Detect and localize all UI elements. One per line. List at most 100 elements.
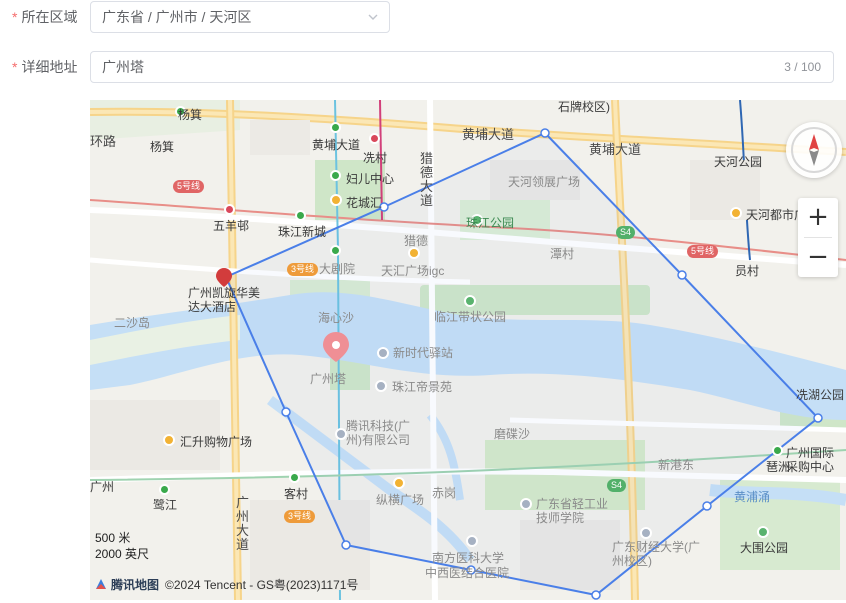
building-icon bbox=[408, 247, 420, 259]
chevron-down-icon bbox=[368, 14, 378, 20]
mall-icon bbox=[393, 477, 405, 489]
map-label: 石牌校区) bbox=[558, 100, 610, 114]
required-mark: * bbox=[12, 9, 18, 25]
map-label: 黄浦涌 bbox=[734, 490, 771, 504]
zoom-in-button[interactable]: + bbox=[798, 198, 838, 237]
map-label: 磨碟沙 bbox=[494, 427, 531, 441]
place-icon bbox=[375, 380, 387, 392]
zoom-control: + − bbox=[798, 198, 838, 277]
region-label-text: 所在区域 bbox=[21, 9, 78, 25]
road-badge: S4 bbox=[616, 226, 636, 239]
map-label: 妇儿中心 bbox=[346, 172, 395, 186]
road-badge: S4 bbox=[607, 479, 627, 492]
map-label: 广州塔 bbox=[310, 372, 347, 386]
char-counter: 3 / 100 bbox=[784, 60, 821, 74]
map-attribution: 腾讯地图 ©2024 Tencent - GS粤(2023)1171号 bbox=[94, 576, 358, 594]
line-badge: 5号线 bbox=[687, 245, 719, 258]
park-icon bbox=[464, 295, 476, 307]
map-label: 天河领展广场 bbox=[508, 175, 581, 189]
map-label: 广州 bbox=[90, 480, 115, 494]
map-label: 天汇广场igc bbox=[381, 264, 445, 278]
map-label: 大剧院 bbox=[319, 262, 356, 276]
map-label: 广东省轻工业技师学院 bbox=[536, 497, 609, 525]
required-mark: * bbox=[12, 59, 18, 75]
map-label: 环路 bbox=[90, 134, 117, 149]
map-label: 客村 bbox=[284, 487, 309, 501]
map-label: 猎德 bbox=[404, 234, 429, 248]
address-label-text: 详细地址 bbox=[21, 59, 78, 75]
park-icon bbox=[757, 526, 769, 538]
road-label: 黄埔大道 bbox=[589, 142, 642, 157]
map-view[interactable]: 5号线 5号线 3号线 3号线 S4 S4 杨箕 杨箕 环路 石牌校区) 黄埔大… bbox=[90, 100, 846, 600]
line-badge: 3号线 bbox=[284, 510, 316, 523]
line-badge: 3号线 bbox=[287, 263, 319, 276]
map-label: 广东财经大学(广州校区) bbox=[612, 540, 700, 568]
map-label: 赤岗 bbox=[432, 486, 457, 500]
metro-icon bbox=[330, 122, 341, 133]
map-label: 大围公园 bbox=[740, 541, 789, 555]
road-label: 黄埔大道 bbox=[462, 127, 515, 142]
map-label: 黄埔大道 bbox=[312, 138, 361, 152]
region-form-row: * 所在区域 广东省 / 广州市 / 天河区 bbox=[0, 1, 846, 33]
metro-icon bbox=[295, 210, 306, 221]
map-label: 珠江帝景苑 bbox=[392, 380, 453, 394]
road-label: 广州大道 bbox=[236, 495, 250, 552]
school-icon bbox=[520, 498, 532, 510]
map-label: 新港东 bbox=[658, 458, 695, 472]
map-label: 冼湖公园 bbox=[796, 388, 845, 402]
school-icon bbox=[640, 527, 652, 539]
map-label: 临江带状公园 bbox=[434, 310, 507, 324]
mall-icon bbox=[330, 194, 342, 206]
compass[interactable] bbox=[786, 122, 842, 178]
zoom-out-button[interactable]: − bbox=[798, 238, 838, 277]
address-label: * 详细地址 bbox=[12, 51, 77, 83]
map-label: 中西医结合医院 bbox=[425, 566, 510, 580]
address-input[interactable]: 广州塔 3 / 100 bbox=[90, 51, 834, 83]
compass-icon bbox=[791, 127, 837, 173]
map-label: 广州凯旋华美达大酒店 bbox=[188, 286, 261, 314]
map-base bbox=[90, 100, 846, 600]
line-badge: 5号线 bbox=[173, 180, 205, 193]
map-label: 南方医科大学 bbox=[432, 551, 505, 565]
tencent-map-logo-icon bbox=[96, 579, 106, 589]
metro-icon bbox=[224, 204, 235, 215]
region-label: * 所在区域 bbox=[12, 1, 77, 33]
mall-icon bbox=[730, 207, 742, 219]
map-label: 杨箕 bbox=[150, 140, 175, 154]
map-logo-text: 腾讯地图 bbox=[111, 578, 160, 592]
map-label: 海心沙 bbox=[318, 311, 355, 325]
map-label: 新时代驿站 bbox=[393, 346, 454, 360]
map-label: 腾讯科技(广州)有限公司 bbox=[346, 419, 410, 447]
metro-icon bbox=[330, 170, 341, 181]
copyright-text: ©2024 Tencent - GS粤(2023)1171号 bbox=[165, 578, 359, 592]
map-label: 天河都市广 bbox=[746, 208, 807, 222]
scale-legend: 500 米 2000 英尺 bbox=[95, 530, 149, 562]
metro-icon bbox=[772, 445, 783, 456]
map-label: 五羊邨 bbox=[213, 219, 250, 233]
map-label: 珠江新城 bbox=[278, 225, 327, 239]
region-cascader[interactable]: 广东省 / 广州市 / 天河区 bbox=[90, 1, 390, 33]
map-label: 二沙岛 bbox=[114, 316, 151, 330]
metro-icon bbox=[289, 472, 300, 483]
map-label: 潭村 bbox=[550, 247, 575, 261]
map-label: 天河公园 bbox=[714, 155, 763, 169]
metro-icon bbox=[330, 245, 341, 256]
map-label: 汇升购物广场 bbox=[180, 435, 253, 449]
map-label: 花城汇 bbox=[346, 196, 383, 210]
map-label: 鹭江 bbox=[153, 498, 178, 512]
map-label: 杨箕 bbox=[178, 108, 203, 122]
road-label: 猎德大道 bbox=[420, 151, 434, 208]
map-label: 纵横广场 bbox=[376, 493, 425, 507]
address-value: 广州塔 bbox=[102, 59, 144, 75]
mall-icon bbox=[163, 434, 175, 446]
region-value: 广东省 / 广州市 / 天河区 bbox=[102, 9, 252, 25]
metro-icon bbox=[369, 133, 380, 144]
map-label: 广州国际采购中心 bbox=[786, 446, 835, 474]
metro-icon bbox=[159, 484, 170, 495]
scale-imperial: 2000 英尺 bbox=[95, 547, 150, 561]
address-form-row: * 详细地址 广州塔 3 / 100 bbox=[0, 51, 846, 83]
map-label: 冼村 bbox=[363, 151, 388, 165]
hospital-icon bbox=[466, 535, 478, 547]
scale-metric: 500 米 bbox=[95, 531, 131, 545]
map-label: 员村 bbox=[735, 264, 760, 278]
